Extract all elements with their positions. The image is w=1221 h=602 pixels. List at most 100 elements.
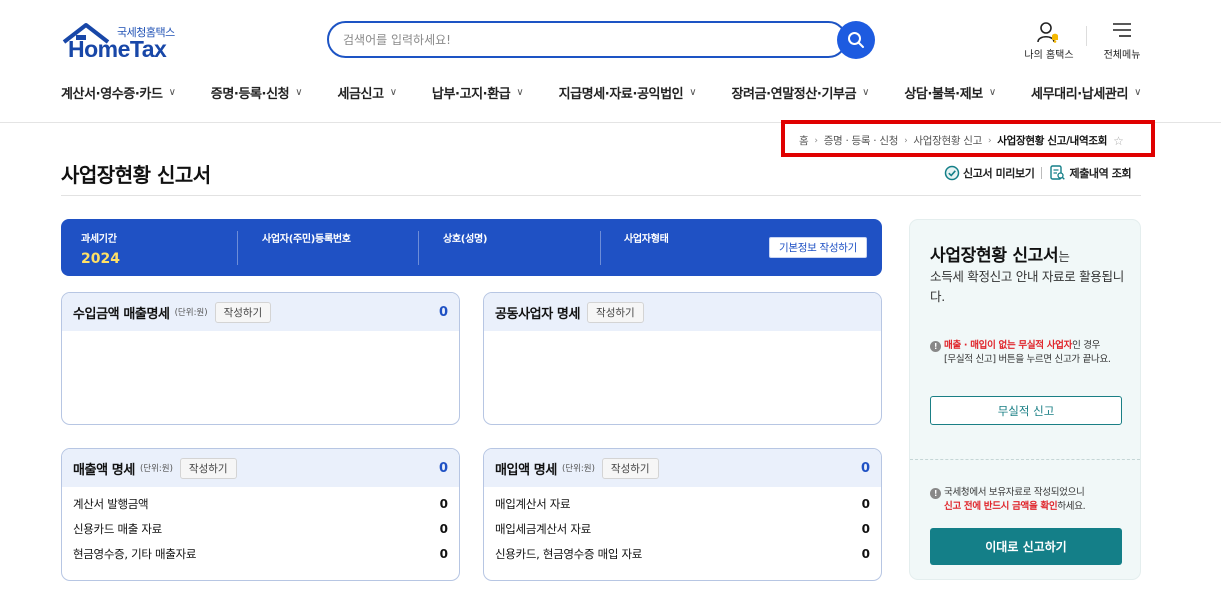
write-button[interactable]: 작성하기 bbox=[214, 301, 272, 323]
note-highlight: 신고 전에 반드시 금액을 확인 bbox=[944, 500, 1058, 512]
util-divider bbox=[1086, 26, 1087, 46]
search-box[interactable] bbox=[327, 21, 847, 58]
info-icon: ! bbox=[930, 488, 941, 499]
list-item: 신용카드 매출 자료 0 bbox=[62, 516, 459, 541]
basic-info-button[interactable]: 기본정보 작성하기 bbox=[769, 237, 867, 258]
summary-divider bbox=[600, 231, 601, 265]
card-unit: (단위:원) bbox=[139, 464, 173, 474]
gnb-label: 세금신고 bbox=[337, 86, 384, 102]
guide-panel: 사업장현황 신고서는 소득세 확정신고 안내 자료로 활용됩니다. ! 매출 · … bbox=[909, 219, 1141, 580]
row-label: 계산서 발행금액 bbox=[73, 496, 149, 511]
no-activity-report-button[interactable]: 무실적 신고 bbox=[930, 396, 1122, 425]
purchase-card: 매입액 명세 (단위:원) 작성하기 0 매입계산서 자료 0 매입세금계산서 … bbox=[483, 448, 882, 581]
summary-divider bbox=[237, 231, 238, 265]
gnb-item-incentives[interactable]: 장려금·연말정산·기부금 ∨ bbox=[731, 82, 869, 102]
hometax-logo[interactable]: 국세청홈택스 HomeTax bbox=[60, 22, 180, 62]
row-label: 현금영수증, 기타 매출자료 bbox=[73, 546, 197, 561]
card-title: 매입액 명세 bbox=[495, 462, 557, 478]
list-item: 현금영수증, 기타 매출자료 0 bbox=[62, 541, 459, 566]
tax-period-field: 과세기간 2024 bbox=[81, 230, 120, 267]
breadcrumb: 홈 › 증명 · 등록 · 신청 › 사업장현황 신고 › 사업장현황 신고/내… bbox=[799, 133, 1124, 148]
preview-link[interactable]: 신고서 미리보기 bbox=[944, 165, 1035, 181]
search-input[interactable] bbox=[343, 30, 823, 50]
breadcrumb-level1[interactable]: 증명 · 등록 · 신청 bbox=[824, 133, 899, 148]
check-circle-icon bbox=[944, 165, 960, 180]
gnb-item-payment[interactable]: 납부·고지·환급 ∨ bbox=[431, 82, 524, 102]
info-icon: ! bbox=[930, 341, 941, 352]
chevron-down-icon: ∨ bbox=[689, 86, 697, 98]
gnb-item-statements[interactable]: 지급명세·자료·공익법인 ∨ bbox=[559, 82, 697, 102]
note-text-line2: [무실적 신고] 버튼을 누르면 신고가 끝나요. bbox=[944, 353, 1111, 365]
panel-heading-text: 소득세 확정신고 안내 자료로 활용됩니다. bbox=[930, 269, 1124, 304]
gnb-label: 지급명세·자료·공익법인 bbox=[558, 86, 684, 102]
row-value: 0 bbox=[861, 521, 870, 536]
title-links: 신고서 미리보기 제출내역 조회 bbox=[944, 164, 1132, 181]
breadcrumb-level2[interactable]: 사업장현황 신고 bbox=[913, 133, 982, 148]
card-header: 공동사업자 명세 작성하기 bbox=[484, 293, 881, 331]
gnb-item-certificates[interactable]: 증명·등록·신청 ∨ bbox=[211, 82, 303, 102]
business-type-label: 사업자형태 bbox=[624, 234, 669, 245]
write-button[interactable]: 작성하기 bbox=[601, 457, 659, 479]
chevron-down-icon: ∨ bbox=[389, 86, 397, 98]
list-item: 신용카드, 현금영수증 매입 자료 0 bbox=[484, 541, 881, 566]
card-header: 수입금액 매출명세 (단위:원) 작성하기 0 bbox=[62, 293, 459, 331]
business-type-field: 사업자형태 bbox=[624, 230, 669, 245]
co-business-card: 공동사업자 명세 작성하기 bbox=[483, 292, 882, 425]
write-button[interactable]: 작성하기 bbox=[179, 457, 237, 479]
card-total: 0 bbox=[860, 461, 870, 476]
gnb-label: 계산서·영수증·카드 bbox=[61, 86, 163, 102]
reg-number-field: 사업자(주민)등록번호 bbox=[262, 230, 351, 245]
note-text: 하세요. bbox=[1057, 500, 1086, 512]
my-hometax-label: 나의 홈택스 bbox=[1024, 50, 1074, 61]
note-text: 국세청에서 보유자료로 작성되었으니 bbox=[944, 487, 1085, 498]
gnb-label: 상담·불복·제보 bbox=[904, 86, 983, 102]
row-label: 신용카드, 현금영수증 매입 자료 bbox=[495, 546, 643, 561]
gnb-label: 세무대리·납세관리 bbox=[1031, 86, 1129, 102]
tax-period-label: 과세기간 bbox=[81, 234, 117, 245]
star-favorite-icon[interactable]: ☆ bbox=[1113, 134, 1124, 148]
write-button[interactable]: 작성하기 bbox=[587, 301, 644, 323]
list-item: 매입세금계산서 자료 0 bbox=[484, 516, 881, 541]
search-bar bbox=[327, 21, 875, 59]
row-value: 0 bbox=[861, 496, 870, 511]
summary-divider bbox=[418, 231, 419, 265]
reg-number-label: 사업자(주민)등록번호 bbox=[262, 234, 351, 245]
row-label: 매입계산서 자료 bbox=[495, 496, 571, 511]
panel-heading-title: 사업장현황 신고서 bbox=[930, 246, 1059, 266]
history-link[interactable]: 제출내역 조회 bbox=[1049, 164, 1132, 181]
chevron-down-icon: ∨ bbox=[295, 86, 303, 98]
panel-heading-suffix: 는 bbox=[1058, 249, 1070, 264]
gnb-item-tax-agent[interactable]: 세무대리·납세관리 ∨ bbox=[1031, 82, 1141, 102]
income-sales-card: 수입금액 매출명세 (단위:원) 작성하기 0 bbox=[61, 292, 460, 425]
chevron-down-icon: ∨ bbox=[516, 86, 524, 98]
row-value: 0 bbox=[861, 546, 870, 561]
all-menu-button[interactable]: 전체메뉴 bbox=[1101, 20, 1143, 61]
breadcrumb-home[interactable]: 홈 bbox=[799, 133, 809, 148]
chevron-down-icon: ∨ bbox=[1134, 86, 1141, 98]
my-hometax-button[interactable]: 나의 홈택스 bbox=[1024, 20, 1074, 61]
row-value: 0 bbox=[439, 496, 448, 511]
panel-heading: 사업장현황 신고서는 소득세 확정신고 안내 자료로 활용됩니다. bbox=[930, 246, 1130, 307]
card-total: 0 bbox=[438, 461, 448, 476]
all-menu-label: 전체메뉴 bbox=[1103, 50, 1141, 61]
row-value: 0 bbox=[439, 546, 448, 561]
gnb-label: 납부·고지·환급 bbox=[431, 86, 511, 102]
gnb-item-consulting[interactable]: 상담·불복·제보 ∨ bbox=[904, 82, 996, 102]
link-divider bbox=[1041, 166, 1043, 179]
note-text: 인 경우 bbox=[1072, 340, 1101, 351]
chevron-down-icon: ∨ bbox=[988, 86, 996, 98]
tax-period-value: 2024 bbox=[81, 251, 120, 267]
gnb-item-invoices[interactable]: 계산서·영수증·카드 ∨ bbox=[61, 82, 176, 102]
card-unit: (단위:원) bbox=[174, 308, 208, 318]
business-name-label: 상호(성명) bbox=[443, 234, 488, 245]
row-label: 신용카드 매출 자료 bbox=[73, 521, 162, 536]
submit-as-is-button[interactable]: 이대로 신고하기 bbox=[930, 528, 1122, 565]
card-title: 매출액 명세 bbox=[73, 462, 135, 478]
gnb-item-tax-filing[interactable]: 세금신고 ∨ bbox=[337, 82, 397, 102]
row-value: 0 bbox=[439, 521, 448, 536]
search-button[interactable] bbox=[837, 21, 875, 59]
sales-card: 매출액 명세 (단위:원) 작성하기 0 계산서 발행금액 0 신용카드 매출 … bbox=[61, 448, 460, 581]
document-search-icon bbox=[1050, 165, 1066, 180]
list-item: 계산서 발행금액 0 bbox=[62, 491, 459, 516]
row-label: 매입세금계산서 자료 bbox=[495, 521, 591, 536]
